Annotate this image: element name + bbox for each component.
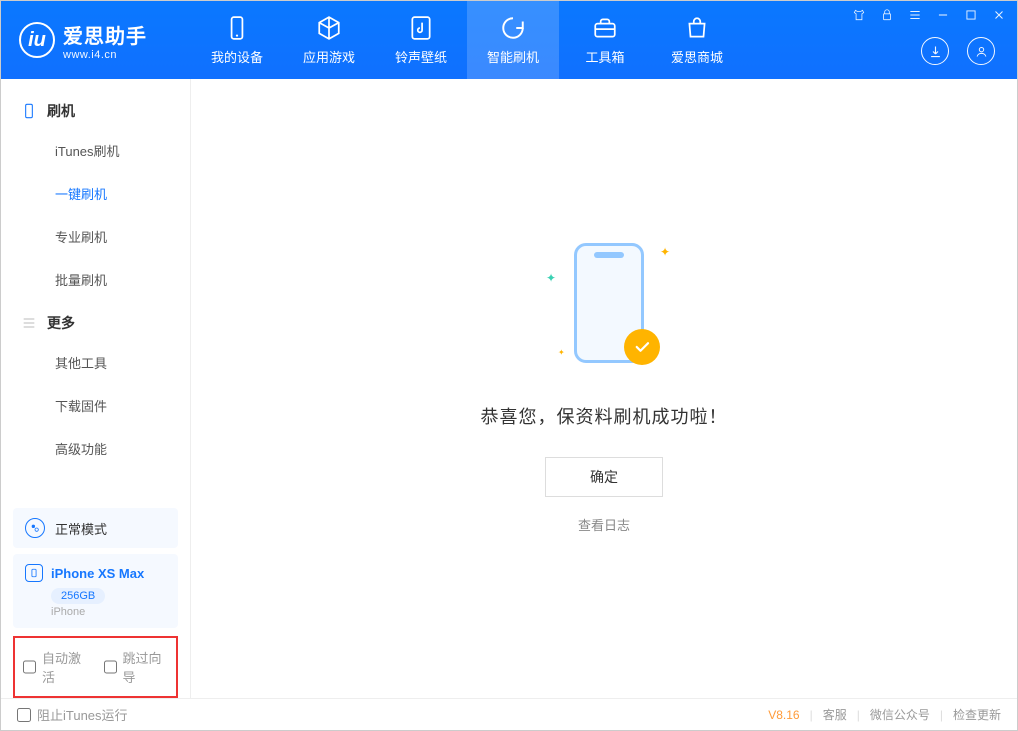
nav-tab-ringtone[interactable]: 铃声壁纸 [375,1,467,79]
sidebar-item-advanced[interactable]: 高级功能 [1,427,190,470]
nav-label: 工具箱 [585,47,624,66]
lock-icon[interactable] [879,7,895,23]
ok-button[interactable]: 确定 [545,457,663,497]
sidebar-scroll: 刷机 iTunes刷机 一键刷机 专业刷机 批量刷机 更多 其他工具 下载固件 … [1,79,190,502]
nav-tab-apps[interactable]: 应用游戏 [283,1,375,79]
nav-label: 智能刷机 [487,47,539,66]
device-name: iPhone XS Max [51,566,144,581]
separator: | [810,708,813,722]
device-type: iPhone [51,606,166,618]
maximize-button[interactable] [963,7,979,23]
footer-link-wechat[interactable]: 微信公众号 [870,706,930,723]
music-file-icon [408,15,434,41]
checkbox-label: 自动激活 [42,648,88,686]
status-bar: 阻止iTunes运行 V8.16 | 客服 | 微信公众号 | 检查更新 [1,698,1017,730]
minimize-button[interactable] [935,7,951,23]
body-area: 刷机 iTunes刷机 一键刷机 专业刷机 批量刷机 更多 其他工具 下载固件 … [1,79,1017,698]
device-mode-box[interactable]: 正常模式 [13,508,178,548]
nav-tab-device[interactable]: 我的设备 [191,1,283,79]
check-badge-icon [624,329,660,365]
phone-icon [224,15,250,41]
checkbox-skip-guide[interactable]: 跳过向导 [104,648,169,686]
separator: | [857,708,860,722]
device-info-box[interactable]: iPhone XS Max 256GB iPhone [13,554,178,628]
sparkle-icon: ✦ [660,245,670,259]
nav-label: 爱思商城 [671,47,723,66]
nav-label: 铃声壁纸 [395,47,447,66]
sidebar-item-oneclick-flash[interactable]: 一键刷机 [1,172,190,215]
app-header: iu 爱思助手 www.i4.cn 我的设备 应用游戏 铃声壁纸 智能刷机 工具… [1,1,1017,79]
checkbox-input[interactable] [104,660,117,674]
device-phone-icon [25,564,43,582]
sidebar-group-title: 更多 [47,313,75,333]
main-content: ✦ ✦ ✦ 恭喜您，保资料刷机成功啦！ 确定 查看日志 [191,79,1017,698]
device-panels: 正常模式 iPhone XS Max 256GB iPhone 自动激活 [1,502,190,698]
sidebar-group-title: 刷机 [47,101,75,121]
sidebar-item-pro-flash[interactable]: 专业刷机 [1,215,190,258]
checkbox-auto-activate[interactable]: 自动激活 [23,648,88,686]
window-controls [851,7,1007,23]
checkbox-label: 跳过向导 [123,648,169,686]
checkbox-block-itunes[interactable]: 阻止iTunes运行 [17,705,128,724]
footer-link-support[interactable]: 客服 [823,706,847,723]
header-right-icons [921,37,995,65]
nav-label: 我的设备 [211,47,263,66]
success-illustration: ✦ ✦ ✦ [544,243,664,373]
sidebar-item-itunes-flash[interactable]: iTunes刷机 [1,129,190,172]
logo-area: iu 爱思助手 www.i4.cn [1,20,191,61]
close-button[interactable] [991,7,1007,23]
nav-tab-store[interactable]: 爱思商城 [651,1,743,79]
footer-link-update[interactable]: 检查更新 [953,706,1001,723]
sidebar-item-other-tools[interactable]: 其他工具 [1,341,190,384]
sparkle-icon: ✦ [558,348,565,357]
nav-label: 应用游戏 [303,47,355,66]
nav-tab-flash[interactable]: 智能刷机 [467,1,559,79]
checkbox-input[interactable] [17,708,31,722]
version-label: V8.16 [768,708,799,722]
nav-tabs: 我的设备 应用游戏 铃声壁纸 智能刷机 工具箱 爱思商城 [191,1,743,79]
separator: | [940,708,943,722]
sidebar-group-flash: 刷机 [1,89,190,129]
app-name: 爱思助手 [63,20,147,49]
sidebar: 刷机 iTunes刷机 一键刷机 专业刷机 批量刷机 更多 其他工具 下载固件 … [1,79,191,698]
mode-icon [25,518,45,538]
toolbox-icon [592,15,618,41]
user-icon[interactable] [967,37,995,65]
refresh-shield-icon [500,15,526,41]
footer-right: V8.16 | 客服 | 微信公众号 | 检查更新 [768,706,1001,723]
shirt-icon[interactable] [851,7,867,23]
download-icon[interactable] [921,37,949,65]
device-storage: 256GB [51,588,105,604]
app-url: www.i4.cn [63,49,147,61]
nav-tab-toolbox[interactable]: 工具箱 [559,1,651,79]
checkbox-label: 阻止iTunes运行 [37,705,128,724]
bag-icon [684,15,710,41]
menu-icon[interactable] [907,7,923,23]
sidebar-item-download-firmware[interactable]: 下载固件 [1,384,190,427]
sidebar-group-more: 更多 [1,301,190,341]
cube-icon [316,15,342,41]
checkbox-input[interactable] [23,660,36,674]
success-message: 恭喜您，保资料刷机成功啦！ [481,403,728,429]
sidebar-item-batch-flash[interactable]: 批量刷机 [1,258,190,301]
logo-icon: iu [19,22,55,58]
device-mode-label: 正常模式 [55,519,107,538]
device-icon [21,103,37,119]
logo-text: 爱思助手 www.i4.cn [63,20,147,61]
sparkle-icon: ✦ [546,271,556,285]
view-log-link[interactable]: 查看日志 [578,515,630,534]
list-icon [21,315,37,331]
options-highlight-box: 自动激活 跳过向导 [13,636,178,698]
